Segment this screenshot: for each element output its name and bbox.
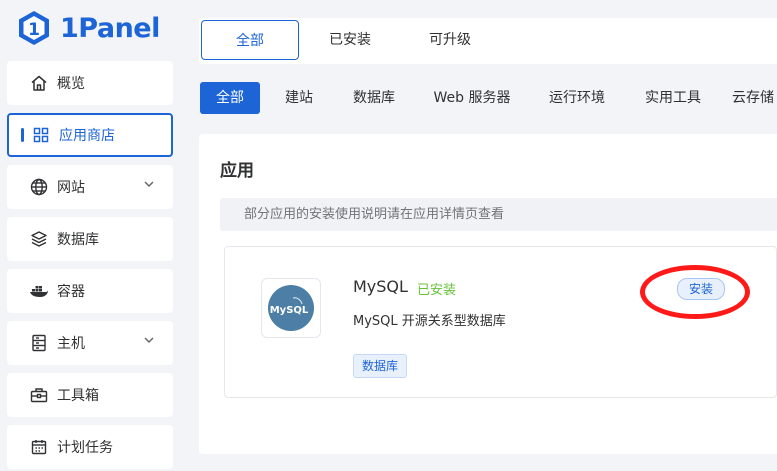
globe-icon [29,177,49,197]
install-button[interactable]: 安装 [677,278,725,300]
sidebar-item-label: 网站 [57,180,85,196]
home-icon [29,73,49,93]
docker-icon [29,281,49,301]
logo-icon: 1 [19,11,49,45]
mysql-logo-text: MySQL [270,305,309,316]
sidebar-item-overview[interactable]: 概览 [7,61,173,105]
app-card-mysql[interactable]: MySQL MySQL 已安装 MySQL 开源关系型数据库 数据库 安装 [224,246,777,398]
sidebar-item-label: 数据库 [57,232,99,248]
tab-all[interactable]: 全部 [201,20,299,60]
app-list-panel: 应用 部分应用的安装使用说明请在应用详情页查看 MySQL MySQL 已安装 … [199,134,777,454]
category-web-server[interactable]: Web 服务器 [426,82,518,114]
notice-banner: 部分应用的安装使用说明请在应用详情页查看 [220,198,777,231]
active-indicator [21,128,24,142]
server-icon [29,333,49,353]
apps-grid-icon [31,125,51,145]
sidebar: 1 1Panel 概览 应用商店 网站 数据库 容器 主机 工具箱 计划任务 [0,0,181,471]
app-name: MySQL [353,277,408,296]
app-description: MySQL 开源关系型数据库 [353,314,506,329]
logo: 1 1Panel [16,8,160,48]
calendar-icon [29,437,49,457]
tab-installed[interactable]: 已安装 [311,20,389,60]
category-cloud-storage[interactable]: 云存储 [732,82,777,114]
sidebar-item-label: 应用商店 [59,128,115,144]
category-all[interactable]: 全部 [200,82,260,114]
category-utilities[interactable]: 实用工具 [636,82,710,114]
sidebar-item-label: 工具箱 [57,388,99,404]
tab-upgradable[interactable]: 可升级 [411,20,489,60]
category-website[interactable]: 建站 [276,82,322,114]
page-title: 应用 [220,161,254,181]
category-database[interactable]: 数据库 [344,82,404,114]
sidebar-item-toolbox[interactable]: 工具箱 [7,373,173,417]
sidebar-item-website[interactable]: 网站 [7,165,173,209]
sidebar-item-label: 计划任务 [57,440,113,456]
svg-text:1: 1 [28,20,40,40]
app-category-tag: 数据库 [353,354,408,378]
category-runtime[interactable]: 运行环境 [540,82,614,114]
sidebar-item-label: 概览 [57,76,85,92]
sidebar-item-container[interactable]: 容器 [7,269,173,313]
sidebar-item-scheduled-tasks[interactable]: 计划任务 [7,425,173,469]
layers-icon [29,229,49,249]
chevron-down-icon [143,178,155,194]
toolbox-icon [29,385,49,405]
sidebar-item-label: 主机 [57,336,85,352]
sidebar-item-app-store[interactable]: 应用商店 [7,113,173,157]
app-installed-status: 已安装 [417,283,457,298]
mysql-logo: MySQL [261,278,321,338]
brand-name: 1Panel [60,12,160,44]
sidebar-item-database[interactable]: 数据库 [7,217,173,261]
chevron-down-icon [143,334,155,350]
sidebar-item-label: 容器 [57,284,85,300]
sidebar-item-host[interactable]: 主机 [7,321,173,365]
app-store-tab-bar: 全部 已安装 可升级 [199,18,777,64]
